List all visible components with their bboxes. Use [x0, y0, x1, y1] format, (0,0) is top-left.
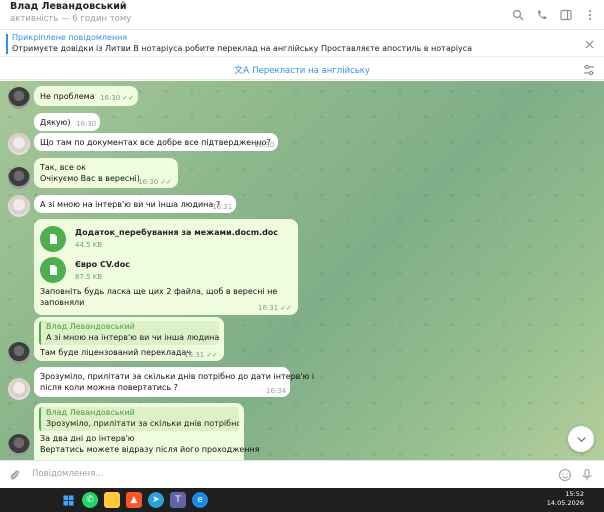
- taskbar-apps: ✆ ▲ ➤ T e: [60, 492, 208, 508]
- reply-quote[interactable]: Влад Левандовський А зі мною на інтерв'ю…: [39, 321, 219, 345]
- pinned-text: Отримуєте довідки із Литви В нотаріуса р…: [12, 44, 473, 53]
- message-time: 16:30: [76, 120, 97, 128]
- message-text: Там буде ліцензований перекладач: [40, 348, 192, 357]
- message-text: А зі мною на інтерв'ю ви чи інша людина …: [40, 200, 221, 209]
- file-name[interactable]: Євро CV.doc: [75, 259, 130, 270]
- document-icon[interactable]: [40, 257, 66, 283]
- more-options-icon[interactable]: [580, 6, 600, 24]
- avatar[interactable]: [8, 378, 30, 400]
- message-bubble[interactable]: Зрозуміло, прилітати за скільки днів пот…: [34, 367, 314, 397]
- teams-icon[interactable]: T: [170, 492, 186, 508]
- pinned-title: Прикріплене повідомлення: [12, 33, 128, 42]
- message-bubble[interactable]: Дякую) 16:30: [34, 113, 100, 131]
- quote-author: Влад Левандовський: [46, 408, 135, 417]
- scroll-down-button[interactable]: [568, 426, 594, 452]
- header-actions: [508, 6, 600, 24]
- message-time: 16:31: [184, 351, 205, 359]
- message-line: заповняли: [40, 298, 85, 307]
- document-icon[interactable]: [40, 226, 66, 252]
- message-time: 16:30: [100, 94, 121, 102]
- translate-icon: 文A: [234, 66, 250, 76]
- message-line: Заповніть будь ласка ще цих 2 файла, щоб…: [40, 287, 278, 296]
- chevron-down-icon: [576, 436, 586, 442]
- sidebar-toggle-icon[interactable]: [556, 6, 576, 24]
- windows-start-icon[interactable]: [60, 492, 76, 508]
- message-bubble-reply[interactable]: Влад Левандовський Зрозуміло, прилітати …: [34, 403, 260, 460]
- double-check-icon: ✓✓: [280, 304, 292, 312]
- system-clock[interactable]: 15:52 14.05.2026: [547, 490, 584, 508]
- pinned-message[interactable]: Прикріплене повідомлення Отримуєте довід…: [0, 31, 604, 57]
- avatar[interactable]: [8, 342, 30, 364]
- message-line: після коли можна повертатись ?: [40, 383, 178, 392]
- file-size: 44.5 KB: [75, 241, 103, 249]
- message-time: 16:31: [258, 304, 279, 312]
- message-meta: 16:31 ✓✓: [184, 350, 218, 361]
- message-bubble[interactable]: Що там по документах все добре все підтв…: [34, 133, 278, 151]
- message-line: Вертатись можете відразу після його прох…: [40, 445, 260, 454]
- microphone-icon[interactable]: [580, 467, 594, 481]
- avatar[interactable]: [8, 167, 30, 189]
- translate-label: Перекласти на англійську: [252, 66, 370, 76]
- message-input[interactable]: Повідомлення...: [32, 469, 103, 479]
- message-line: За два дні до інтерв'ю: [40, 434, 135, 443]
- quote-text: А зі мною на інтерв'ю ви чи інша людина …: [46, 333, 219, 342]
- message-meta: 16:31 ✓✓: [258, 303, 292, 314]
- brave-browser-icon[interactable]: ▲: [126, 492, 142, 508]
- message-meta: 16:30 ✓✓: [138, 177, 172, 188]
- message-line: Так, все ок: [40, 163, 87, 172]
- avatar[interactable]: [8, 434, 30, 456]
- message-text: Не проблема: [40, 92, 95, 101]
- double-check-icon: ✓✓: [160, 178, 172, 186]
- message-bubble-reply[interactable]: Влад Левандовський А зі мною на інтерв'ю…: [34, 317, 224, 361]
- close-icon[interactable]: [582, 37, 596, 51]
- message-bubble[interactable]: А зі мною на інтерв'ю ви чи інша людина …: [34, 195, 236, 213]
- reply-quote[interactable]: Влад Левандовський Зрозуміло, прилітати …: [39, 407, 239, 431]
- double-check-icon: ✓✓: [122, 94, 134, 102]
- avatar[interactable]: [8, 133, 30, 155]
- contact-status: активність — 6 годин тому: [10, 14, 132, 24]
- clock-date: 14.05.2026: [546, 499, 584, 507]
- message-time: 16:31: [212, 203, 233, 211]
- telegram-icon[interactable]: ➤: [148, 492, 164, 508]
- clock-time: 15:52: [565, 490, 584, 498]
- quote-author: Влад Левандовський: [46, 322, 135, 331]
- message-composer: Повідомлення...: [0, 460, 604, 487]
- edge-browser-icon[interactable]: e: [192, 492, 208, 508]
- message-line: Зрозуміло, прилітати за скільки днів пот…: [40, 372, 315, 381]
- message-time: 16:30: [254, 141, 275, 149]
- search-icon[interactable]: [508, 6, 528, 24]
- file-size: 87.5 KB: [75, 273, 103, 281]
- paperclip-icon[interactable]: [8, 467, 22, 481]
- file-explorer-icon[interactable]: [104, 492, 120, 508]
- translate-bar: 文A Перекласти на англійську: [0, 58, 604, 80]
- double-check-icon: ✓✓: [206, 351, 218, 359]
- whatsapp-icon[interactable]: ✆: [82, 492, 98, 508]
- emoji-icon[interactable]: [558, 467, 572, 482]
- translate-button[interactable]: 文A Перекласти на англійську: [0, 63, 604, 76]
- message-time: 16:30: [138, 178, 159, 186]
- phone-icon[interactable]: [532, 6, 552, 24]
- message-line: Очікуємо Вас в вересні): [40, 174, 140, 183]
- avatar[interactable]: [8, 87, 30, 109]
- quote-text: Зрозуміло, прилітати за скільки днів пот…: [46, 419, 239, 428]
- message-bubble[interactable]: Не проблема 16:30 ✓✓: [34, 86, 138, 106]
- os-taskbar: ✆ ▲ ➤ T e 15:52 14.05.2026: [0, 488, 604, 512]
- message-text: Що там по документах все добре все підтв…: [40, 138, 271, 147]
- message-bubble[interactable]: Так, все ок Очікуємо Вас в вересні) 16:3…: [34, 158, 178, 188]
- chat-header: Влад Левандовський активність — 6 годин …: [0, 0, 604, 30]
- message-bubble-files[interactable]: Додаток_перебування за межами.docm.doc 4…: [34, 219, 298, 315]
- message-text: Дякую): [40, 118, 71, 127]
- avatar[interactable]: [8, 195, 30, 217]
- message-time: 16:34: [266, 387, 287, 395]
- settings-sliders-icon[interactable]: [582, 62, 596, 76]
- contact-name[interactable]: Влад Левандовський: [10, 1, 127, 12]
- pinned-accent-bar: [6, 34, 8, 54]
- message-meta: 16:30 ✓✓: [100, 93, 134, 104]
- file-name[interactable]: Додаток_перебування за межами.docm.doc: [75, 227, 278, 238]
